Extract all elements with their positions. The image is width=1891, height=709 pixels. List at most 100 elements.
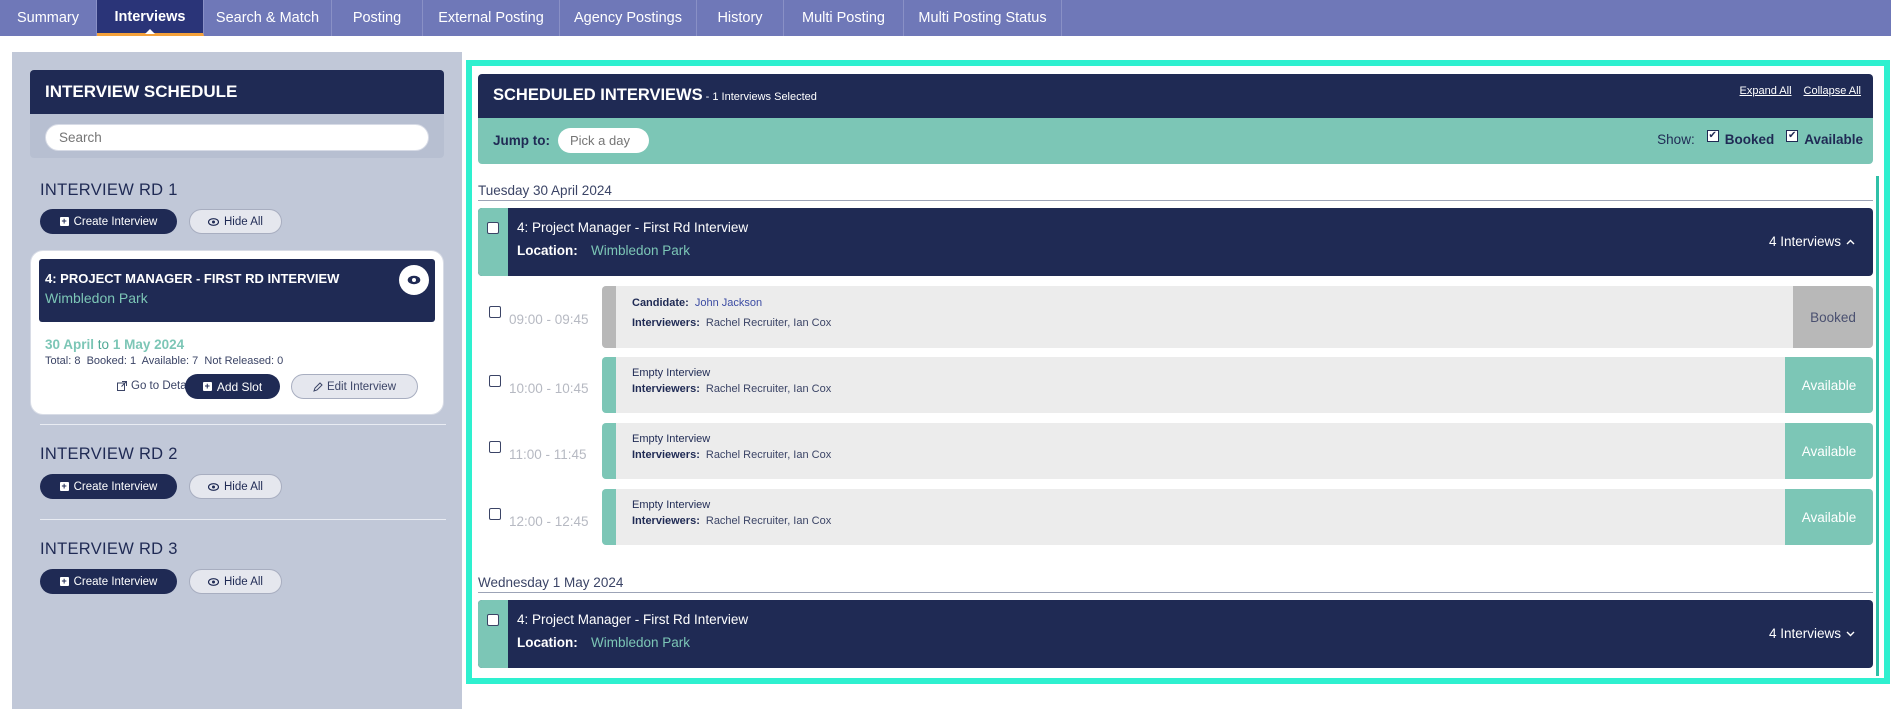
plus-icon: + xyxy=(59,216,69,226)
chevron-up-icon xyxy=(1846,239,1855,244)
interview-card: 4: PROJECT MANAGER - FIRST RD INTERVIEW … xyxy=(31,251,443,414)
tab-multi-posting-status[interactable]: Multi Posting Status xyxy=(904,0,1062,36)
edit-interview-label: Edit Interview xyxy=(326,380,397,393)
top-tabs: Summary Interviews Search & Match Postin… xyxy=(0,0,1891,36)
slot-interviewers: Interviewers: Rachel Recruiter, Ian Cox xyxy=(632,515,831,527)
slot-time: 09:00 - 09:45 xyxy=(509,312,589,327)
tab-summary[interactable]: Summary xyxy=(0,0,97,36)
hide-all-label: Hide All xyxy=(224,575,263,588)
slot-empty-label: Empty Interview xyxy=(632,433,710,445)
slot-checkbox[interactable] xyxy=(489,508,501,520)
booked-checkbox[interactable]: ✔ xyxy=(1706,129,1719,142)
interview-slot[interactable]: Empty Interview Interviewers: Rachel Recr… xyxy=(602,357,1873,413)
create-interview-label: Create Interview xyxy=(73,480,158,493)
hide-all-button[interactable]: Hide All xyxy=(189,569,282,594)
day-label: Wednesday 1 May 2024 xyxy=(478,575,624,590)
booked-filter-label: Booked xyxy=(1724,132,1775,147)
group-count-toggle[interactable]: 4 Interviews xyxy=(1769,234,1855,249)
interview-slot[interactable]: Empty Interview Interviewers: Rachel Recr… xyxy=(602,423,1873,479)
group-count: 4 Interviews xyxy=(1768,626,1841,641)
day-divider xyxy=(478,592,1873,593)
interviewers-value: Rachel Recruiter, Ian Cox xyxy=(705,317,832,329)
collapse-all-link[interactable]: Collapse All xyxy=(1804,85,1861,97)
slot-status-badge: Available xyxy=(1785,357,1873,413)
eye-icon xyxy=(407,275,421,285)
empty-interview-label: Empty Interview xyxy=(632,367,711,379)
group-accent xyxy=(478,208,508,276)
interview-slot[interactable]: Empty Interview Interviewers: Rachel Recr… xyxy=(602,489,1873,545)
tab-history[interactable]: History xyxy=(697,0,784,36)
slot-accent xyxy=(602,286,616,348)
candidate-name[interactable]: John Jackson xyxy=(695,297,762,309)
go-to-detail-label: Go to Detail xyxy=(131,380,192,392)
interview-group-header[interactable]: 4: Project Manager - First Rd Interview … xyxy=(478,600,1873,668)
create-interview-button[interactable]: + Create Interview xyxy=(40,474,177,499)
slot-checkbox[interactable] xyxy=(489,441,501,453)
jump-to-bar: Jump to: Show: ✔ Booked ✔ Available xyxy=(478,118,1873,164)
day-label: Tuesday 30 April 2024 xyxy=(478,183,612,198)
interview-group-header[interactable]: 4: Project Manager - First Rd Interview … xyxy=(478,208,1873,276)
search-input[interactable] xyxy=(45,124,429,151)
show-filters: Show: ✔ Booked ✔ Available xyxy=(1657,129,1863,147)
available-checkbox[interactable]: ✔ xyxy=(1786,129,1799,142)
round-title-3: INTERVIEW RD 3 xyxy=(40,540,178,558)
add-slot-button[interactable]: + Add Slot xyxy=(185,374,280,399)
scrollbar[interactable] xyxy=(1876,176,1879,676)
hide-all-button[interactable]: Hide All xyxy=(189,474,282,499)
group-accent xyxy=(478,600,508,668)
date-from: 30 April xyxy=(45,337,95,352)
date-to-word: to xyxy=(97,337,110,352)
expand-collapse-links: Expand All Collapse All xyxy=(1740,85,1861,97)
hide-all-button[interactable]: Hide All xyxy=(189,209,282,234)
add-slot-label: Add Slot xyxy=(216,379,263,394)
slot-checkbox[interactable] xyxy=(489,375,501,387)
day-picker-input[interactable] xyxy=(558,128,649,153)
plus-icon: + xyxy=(202,381,212,391)
interview-card-header[interactable]: 4: PROJECT MANAGER - FIRST RD INTERVIEW … xyxy=(39,259,435,322)
round-title-1: INTERVIEW RD 1 xyxy=(40,181,178,199)
group-location-label: Location: xyxy=(517,635,578,650)
schedule-title: INTERVIEW SCHEDULE xyxy=(30,70,444,114)
go-to-detail-link[interactable]: Go to Detail xyxy=(117,380,192,392)
tab-interviews[interactable]: Interviews xyxy=(97,0,204,36)
scheduled-title-text: SCHEDULED INTERVIEWS xyxy=(493,86,703,104)
group-checkbox[interactable] xyxy=(487,222,499,234)
schedule-header: INTERVIEW SCHEDULE xyxy=(30,70,444,158)
interview-card-dates: 30 April to 1 May 2024 xyxy=(45,337,184,352)
interviewers-label: Interviewers: xyxy=(632,383,700,395)
group-location: Wimbledon Park xyxy=(591,243,691,258)
divider xyxy=(40,424,446,425)
interviewers-value: Rachel Recruiter, Ian Cox xyxy=(705,515,832,527)
slot-interviewers: Interviewers: Rachel Recruiter, Ian Cox xyxy=(632,317,831,329)
toggle-visibility-button[interactable] xyxy=(399,265,429,295)
group-count-toggle[interactable]: 4 Interviews xyxy=(1769,626,1855,641)
slot-interviewers: Interviewers: Rachel Recruiter, Ian Cox xyxy=(632,449,831,461)
tab-agency-postings[interactable]: Agency Postings xyxy=(560,0,697,36)
tab-external-posting[interactable]: External Posting xyxy=(423,0,560,36)
interview-slot[interactable]: Candidate: John Jackson Interviewers: Rach… xyxy=(602,286,1873,348)
interview-card-title: 4: PROJECT MANAGER - FIRST RD INTERVIEW xyxy=(45,271,340,286)
interview-card-stats: Total: 8 Booked: 1 Available: 7 Not Rele… xyxy=(45,355,284,367)
slot-empty-label: Empty Interview xyxy=(632,499,710,511)
tab-posting[interactable]: Posting xyxy=(332,0,423,36)
group-checkbox[interactable] xyxy=(487,614,499,626)
expand-all-link[interactable]: Expand All xyxy=(1740,85,1792,97)
create-interview-button[interactable]: + Create Interview xyxy=(40,209,177,234)
slot-checkbox[interactable] xyxy=(489,306,501,318)
candidate-label: Candidate: xyxy=(632,297,689,309)
show-label: Show: xyxy=(1657,132,1695,147)
slot-accent xyxy=(602,423,616,479)
slot-status-badge: Available xyxy=(1785,423,1873,479)
edit-icon xyxy=(313,381,323,392)
group-location: Wimbledon Park xyxy=(591,635,691,650)
eye-icon xyxy=(208,217,219,226)
eye-icon xyxy=(208,482,219,491)
create-interview-button[interactable]: + Create Interview xyxy=(40,569,177,594)
edit-interview-button[interactable]: Edit Interview xyxy=(291,374,418,399)
empty-interview-label: Empty Interview xyxy=(632,433,711,445)
interview-card-location: Wimbledon Park xyxy=(45,290,148,306)
tab-search-match[interactable]: Search & Match xyxy=(204,0,332,36)
eye-icon xyxy=(208,577,219,586)
slot-status-badge: Available xyxy=(1785,489,1873,545)
tab-multi-posting[interactable]: Multi Posting xyxy=(784,0,904,36)
